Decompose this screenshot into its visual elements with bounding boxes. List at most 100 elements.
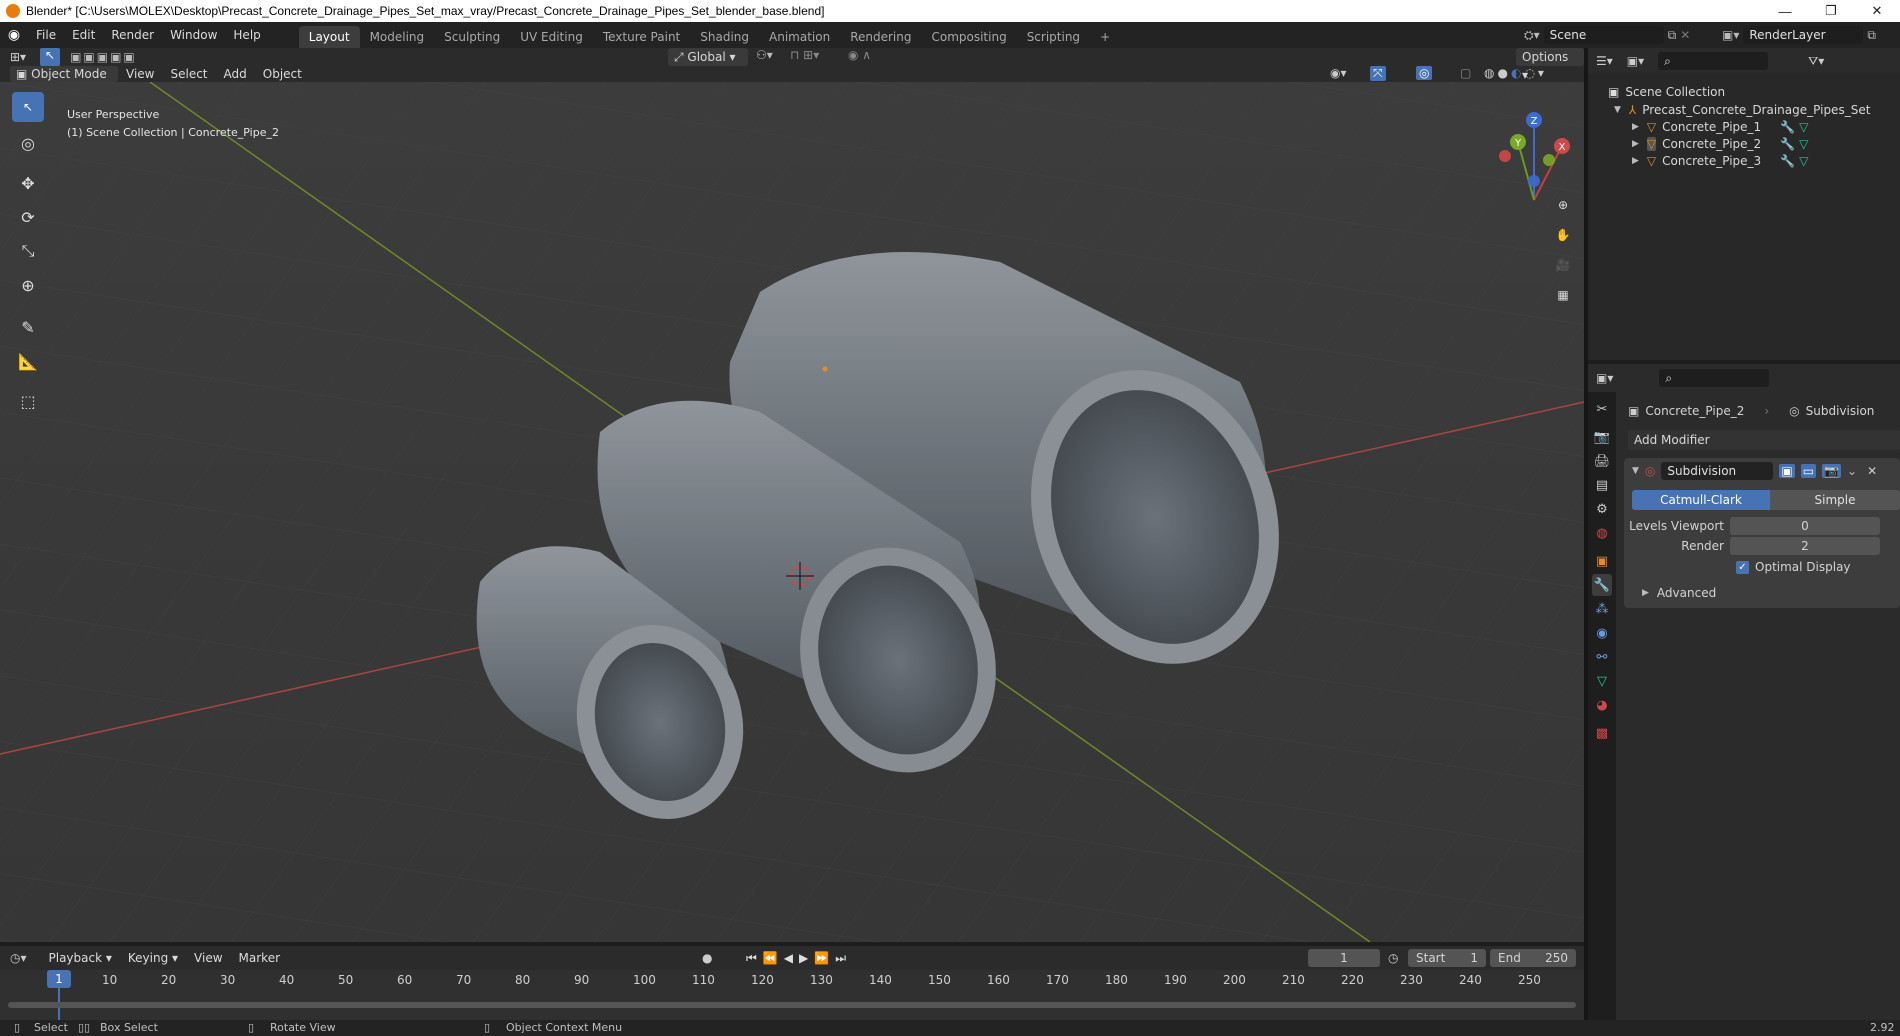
camera-view-button[interactable]: 🎥 (1550, 252, 1576, 278)
close-button[interactable]: ✕ (1854, 0, 1900, 22)
maximize-button[interactable]: ❐ (1808, 0, 1854, 22)
tab-uv-editing[interactable]: UV Editing (510, 26, 593, 48)
mesh-data-icon[interactable]: ▽ (1799, 120, 1808, 134)
tab-compositing[interactable]: Compositing (921, 26, 1016, 48)
minimize-button[interactable]: — (1762, 0, 1808, 22)
object-menu[interactable]: Object (255, 66, 310, 82)
tab-sculpting[interactable]: Sculpting (434, 26, 510, 48)
world-tab[interactable]: ◍ (1592, 522, 1612, 544)
editor-type-icon[interactable]: ⊞▾ (10, 50, 26, 64)
outliner-search-input[interactable]: ⌕ (1658, 52, 1769, 70)
overlay-toggle-icon[interactable]: ◎ (1416, 66, 1433, 80)
timeline-editor-icon[interactable]: ◷▾ (10, 951, 27, 965)
move-tool[interactable]: ✥ (12, 168, 44, 198)
select-box-tool[interactable]: ↖ (12, 92, 44, 122)
properties-editor-icon[interactable]: ▣▾ (1596, 371, 1613, 385)
menu-help[interactable]: Help (225, 22, 268, 48)
expand-arrow-icon[interactable]: ▼ (1614, 105, 1621, 115)
measure-tool[interactable]: 📐 (12, 346, 44, 376)
dropdown-chevron-icon[interactable]: ⌄ (1847, 464, 1857, 478)
add-modifier-button[interactable]: Add Modifier (1628, 430, 1900, 450)
tab-rendering[interactable]: Rendering (840, 26, 921, 48)
render-tab[interactable]: 📷 (1592, 426, 1612, 448)
tab-shading[interactable]: Shading (690, 26, 759, 48)
object-mode-dropdown[interactable]: ▣ Object Mode ▾ (10, 66, 118, 97)
shading-modes-icons[interactable]: ◍●◐◌▾ (1484, 66, 1547, 80)
material-tab[interactable]: ◕ (1592, 694, 1612, 716)
render-toggle-icon[interactable]: 📷 (1822, 464, 1842, 478)
expand-arrow-icon[interactable]: ▶ (1632, 122, 1639, 132)
play-icon[interactable]: ▶ (799, 951, 808, 966)
record-keyframe-icon[interactable]: ● (702, 951, 712, 965)
constraints-tab[interactable]: ⚯ (1592, 646, 1612, 668)
new-scene-icon[interactable]: ⧉ (1668, 28, 1677, 43)
new-render-layer-icon[interactable]: ⧉ (1867, 28, 1876, 43)
modifier-wrench-icon[interactable]: 🔧 (1780, 137, 1795, 151)
object-tab[interactable]: ▣ (1592, 550, 1612, 572)
tool-tab[interactable]: ✂ (1592, 398, 1612, 420)
pan-button[interactable]: ✋ (1550, 222, 1576, 248)
snap-icon[interactable]: ⊓ ⊞▾ (790, 48, 819, 62)
modifier-name-field[interactable]: Subdivision (1661, 462, 1774, 480)
timeline-ruler[interactable]: 10 20 30 40 50 60 70 80 90 100 110 120 130 140 150 160 1… (0, 970, 1584, 1020)
start-frame-field[interactable]: Start 1 (1408, 949, 1486, 967)
blender-menu-icon[interactable]: ◉ (0, 27, 28, 43)
marker-menu[interactable]: Marker (231, 948, 288, 968)
options-dropdown[interactable]: Options ▾ (1516, 48, 1584, 82)
menu-edit[interactable]: Edit (64, 22, 103, 48)
playhead[interactable]: 1 (47, 970, 71, 988)
data-tab[interactable]: ▽ (1592, 670, 1612, 692)
scene-tab[interactable]: ⚙ (1592, 498, 1612, 520)
timeline-scrollbar[interactable] (8, 1002, 1576, 1008)
render-layer-field[interactable]: RenderLayer (1743, 26, 1864, 44)
outliner-item-pipe-3[interactable]: ▶ ▽ Concrete_Pipe_3 🔧 ▽ (1632, 151, 1900, 171)
simple-option[interactable]: Simple (1770, 490, 1900, 510)
menu-window[interactable]: Window (162, 22, 225, 48)
texture-tab[interactable]: ▩ (1592, 722, 1612, 744)
menu-render[interactable]: Render (103, 22, 162, 48)
preview-range-icon[interactable]: ◷ (1388, 951, 1398, 965)
playback-menu[interactable]: Playback ▾ (41, 948, 120, 968)
render-layer-icon[interactable]: ▣▾ (1722, 28, 1739, 42)
tab-layout[interactable]: Layout (298, 26, 360, 48)
expand-arrow-icon[interactable]: ▶ (1632, 139, 1639, 149)
pivot-icon[interactable]: ⚇▾ (756, 48, 773, 62)
add-cube-tool[interactable]: ⬚ (12, 386, 44, 416)
3d-viewport[interactable]: Z X Y User Perspective (1) Scene Collect… (0, 82, 1584, 942)
outliner-editor-icon[interactable]: ☰▾ (1596, 54, 1613, 68)
gizmo-toggle-icon[interactable]: ⤧ (1370, 66, 1386, 81)
scene-icon[interactable]: ⛭▾ (1524, 28, 1540, 43)
tab-scripting[interactable]: Scripting (1017, 26, 1090, 48)
particles-tab[interactable]: ⁂ (1592, 598, 1612, 620)
filter-icon[interactable]: ⛛▾ (1808, 54, 1824, 69)
display-mode-icon[interactable]: ▣▾ (1627, 54, 1644, 68)
current-frame-field[interactable]: 1 (1308, 949, 1380, 967)
tab-animation[interactable]: Animation (759, 26, 840, 48)
proportional-edit-icon[interactable]: ◉ ∧ (848, 48, 871, 62)
jump-start-icon[interactable]: ⏮ (746, 951, 757, 966)
viewport-toggle-icon[interactable]: ▭ (1800, 464, 1817, 478)
collapse-arrow-icon[interactable]: ▼ (1632, 466, 1639, 476)
output-tab[interactable]: 🖨 (1592, 450, 1612, 472)
tab-texture-paint[interactable]: Texture Paint (593, 26, 690, 48)
jump-end-icon[interactable]: ⏭ (835, 951, 846, 966)
scene-collection-row[interactable]: ▣ Scene Collection (1608, 82, 1725, 102)
remove-modifier-icon[interactable]: ✕ (1867, 464, 1877, 478)
render-levels-field[interactable]: 2 (1730, 537, 1880, 555)
annotate-tool[interactable]: ✎ (12, 312, 44, 342)
play-reverse-icon[interactable]: ◀ (784, 951, 793, 966)
cursor-tool[interactable]: ◎ (12, 128, 44, 158)
advanced-subpanel[interactable]: ▶ Advanced (1642, 586, 1716, 600)
modifier-tab[interactable]: 🔧 (1592, 574, 1612, 596)
optimal-display-checkbox[interactable]: ✓ (1736, 560, 1749, 574)
select-mode-icons[interactable]: ▣▣▣▣▣ (70, 50, 137, 64)
prev-keyframe-icon[interactable]: ⏪ (763, 951, 778, 966)
visibility-icon[interactable]: ◉▾ (1330, 66, 1347, 80)
add-workspace-button[interactable]: + (1090, 26, 1120, 48)
zoom-button[interactable]: ⊕ (1550, 192, 1576, 218)
orientation-dropdown[interactable]: ⤢ Global ▾ (668, 48, 748, 66)
menu-file[interactable]: File (28, 22, 64, 48)
scene-name-field[interactable]: Scene (1543, 26, 1664, 44)
modifier-wrench-icon[interactable]: 🔧 (1780, 120, 1795, 134)
view-menu[interactable]: View (118, 66, 162, 82)
